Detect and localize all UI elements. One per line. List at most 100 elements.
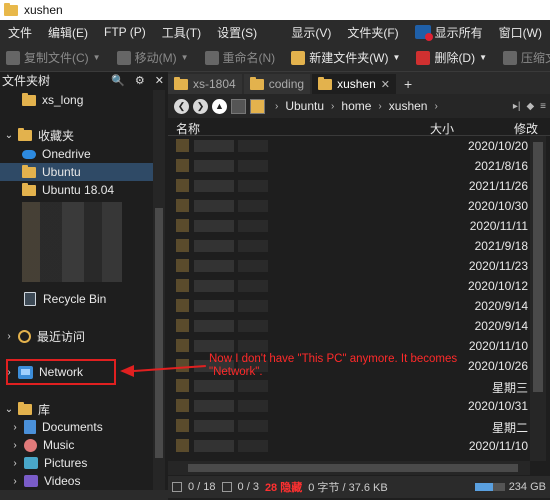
tree-item-videos[interactable]: › Videos: [10, 472, 80, 490]
favorite-icon[interactable]: [250, 98, 265, 114]
blurred-name: [194, 400, 234, 412]
tree-item-onedrive[interactable]: Onedrive: [22, 145, 91, 163]
table-row[interactable]: 2021/11/26: [168, 176, 530, 196]
status-bar: 0 / 18 0 / 3 28 隐藏 0 字节 / 37.6 KB 234 GB: [168, 476, 550, 498]
tree-item-library[interactable]: ⌄ 库: [4, 400, 50, 418]
folder-tree-scrollbar[interactable]: [153, 90, 165, 500]
back-icon[interactable]: ❮: [174, 98, 189, 114]
breadcrumb-xushen[interactable]: xushen: [389, 99, 428, 113]
window-title: xushen: [24, 3, 63, 17]
copy-label: 复制文件(C): [24, 51, 89, 65]
menu-ftp[interactable]: FTP (P): [96, 25, 154, 39]
menu-settings[interactable]: 设置(S): [209, 24, 265, 41]
show-all-button[interactable]: 显示所有: [407, 24, 491, 41]
pictures-icon: [24, 457, 38, 469]
bookmark-icon[interactable]: ◆: [526, 101, 534, 112]
delete-icon: [416, 50, 431, 65]
compress-icon: [503, 50, 518, 65]
folder-icon: [318, 76, 333, 90]
scrollbar-thumb[interactable]: [533, 142, 543, 392]
tree-item-documents[interactable]: › Documents: [10, 418, 103, 436]
folder-icon: [176, 339, 189, 352]
tree-item-label: Recycle Bin: [43, 292, 107, 306]
up-icon[interactable]: ▲: [212, 98, 227, 114]
blurred-name: [194, 240, 234, 252]
compress-button[interactable]: 压缩文件: [497, 49, 550, 66]
menu-window[interactable]: 窗口(W): [491, 24, 550, 41]
tree-item-label: xs_long: [42, 93, 84, 107]
blurred-name: [238, 380, 268, 392]
new-folder-button[interactable]: 新建文件夹(W) ▼: [285, 49, 406, 66]
move-label: 移动(M): [134, 51, 177, 65]
blurred-name: [194, 440, 234, 452]
column-modified[interactable]: 修改: [514, 120, 538, 137]
table-row[interactable]: 2021/9/18: [168, 236, 530, 256]
history-icon[interactable]: ▸|: [513, 101, 521, 112]
table-row[interactable]: 2020/10/20: [168, 136, 530, 156]
menu-tools[interactable]: 工具(T): [154, 24, 209, 41]
scrollbar-thumb[interactable]: [155, 208, 163, 458]
tree-item-ubuntu-1804[interactable]: Ubuntu 18.04: [22, 181, 114, 199]
breadcrumb-home[interactable]: home: [341, 99, 371, 113]
tab-xushen[interactable]: xushen ✕: [312, 74, 396, 94]
table-row[interactable]: 2020/11/23: [168, 256, 530, 276]
table-row[interactable]: 2020/11/11: [168, 216, 530, 236]
table-row[interactable]: 2020/9/14: [168, 316, 530, 336]
menu-edit[interactable]: 编辑(E): [40, 24, 96, 41]
blurred-name: [194, 220, 234, 232]
tree-item-recycle-bin[interactable]: Recycle Bin: [22, 290, 106, 308]
table-row[interactable]: 2020/10/30: [168, 196, 530, 216]
chevron-down-icon[interactable]: ⌄: [4, 404, 14, 415]
folder-nav-icon[interactable]: [231, 98, 246, 114]
blurred-name: [194, 420, 234, 432]
table-row[interactable]: 星期三: [168, 376, 530, 396]
rename-button[interactable]: 重命名(N): [199, 49, 282, 66]
tab-xs-1804[interactable]: xs-1804: [168, 74, 242, 94]
settings-icon[interactable]: ⚙: [135, 74, 145, 87]
tree-item-ubuntu[interactable]: Ubuntu: [0, 163, 153, 181]
close-icon[interactable]: ✕: [155, 74, 164, 87]
table-row[interactable]: 2020/10/12: [168, 276, 530, 296]
table-row[interactable]: 星期二: [168, 416, 530, 436]
forward-icon[interactable]: ❯: [193, 98, 208, 114]
videos-icon: [24, 475, 38, 487]
tree-item-recent[interactable]: › 最近访问: [4, 327, 85, 345]
search-icon[interactable]: 🔍: [111, 74, 125, 87]
chevron-right-icon[interactable]: ›: [4, 331, 14, 342]
delete-button[interactable]: 删除(D) ▼: [410, 49, 493, 66]
hidden-count[interactable]: 28 隐藏: [265, 479, 302, 495]
menu-view[interactable]: 显示(V): [283, 24, 339, 41]
tree-item-pictures[interactable]: › Pictures: [10, 454, 87, 472]
chevron-down-icon[interactable]: ⌄: [4, 130, 14, 141]
chevron-right-icon[interactable]: ›: [10, 476, 20, 487]
scrollbar-thumb[interactable]: [188, 464, 518, 472]
column-name[interactable]: 名称: [176, 120, 200, 137]
chevron-right-icon[interactable]: ›: [10, 440, 20, 451]
table-row[interactable]: 2020/11/10: [168, 436, 530, 456]
close-tab-icon[interactable]: ✕: [381, 78, 390, 91]
menu-folder[interactable]: 文件夹(F): [339, 24, 406, 41]
tree-item-favorites[interactable]: ⌄ 收藏夹: [4, 126, 74, 144]
menu-icon[interactable]: ≡: [540, 101, 546, 112]
new-tab-button[interactable]: +: [398, 74, 418, 94]
chevron-down-icon: ▼: [479, 53, 488, 62]
tree-item-music[interactable]: › Music: [10, 436, 74, 454]
table-row[interactable]: 2020/10/31: [168, 396, 530, 416]
column-size[interactable]: 大小: [430, 120, 454, 137]
chevron-right-icon[interactable]: ›: [10, 422, 20, 433]
file-list-vertical-scrollbar[interactable]: [530, 136, 546, 461]
breadcrumb-ubuntu[interactable]: Ubuntu: [285, 99, 324, 113]
chevron-right-icon[interactable]: ›: [10, 458, 20, 469]
table-row[interactable]: 2020/9/14: [168, 296, 530, 316]
move-button[interactable]: 移动(M) ▼: [111, 49, 195, 66]
file-list-horizontal-scrollbar[interactable]: [168, 461, 530, 475]
copy-button[interactable]: 复制文件(C) ▼: [0, 49, 107, 66]
folder-icon: [22, 164, 36, 178]
folder-icon: [176, 439, 189, 452]
menu-file[interactable]: 文件: [0, 24, 40, 41]
blurred-name: [194, 160, 234, 172]
tree-item-xs-long[interactable]: xs_long: [22, 91, 83, 109]
table-row[interactable]: 2021/8/16: [168, 156, 530, 176]
tab-coding[interactable]: coding: [243, 74, 311, 94]
chevron-down-icon: ▼: [392, 53, 401, 62]
